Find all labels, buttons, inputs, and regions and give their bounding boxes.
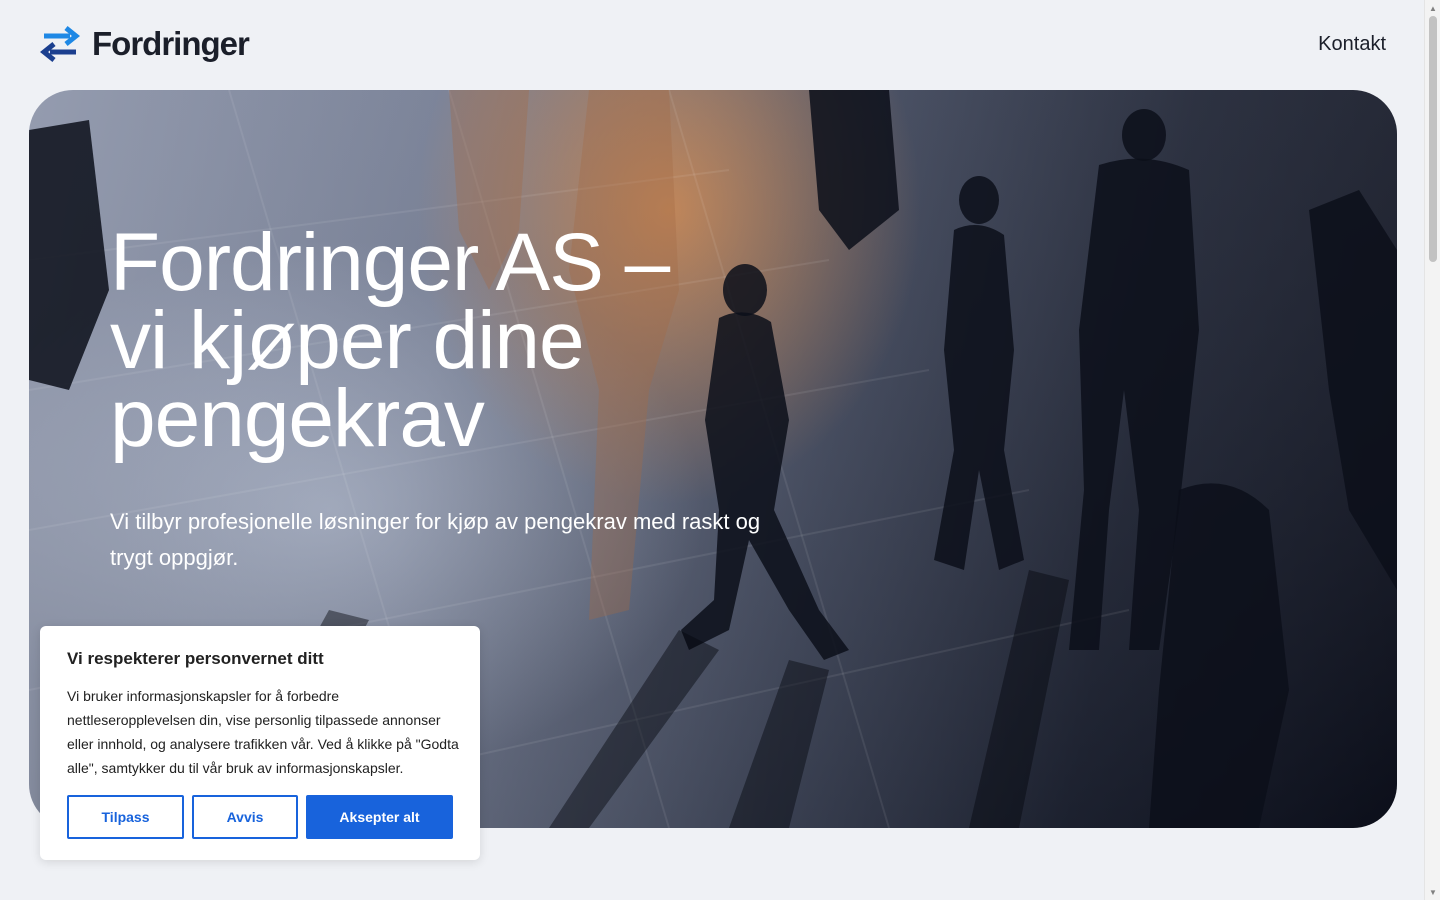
nav-contact-link[interactable]: Kontakt — [1318, 33, 1386, 56]
reject-button[interactable]: Avvis — [192, 795, 298, 839]
scrollbar-thumb[interactable] — [1429, 16, 1437, 262]
hero-subtitle: Vi tilbyr profesjonelle løsninger for kj… — [110, 509, 761, 570]
cookie-description: Vi bruker informasjonskapsler for å forb… — [67, 688, 459, 776]
scroll-up-arrow-icon[interactable]: ▲ — [1425, 0, 1440, 16]
swap-arrows-icon — [40, 26, 80, 62]
scroll-down-arrow-icon[interactable]: ▼ — [1425, 884, 1440, 900]
cookie-title: Vi respekterer personvernet ditt — [67, 649, 324, 668]
brand-name: Fordringer — [92, 25, 250, 62]
hero-title: Fordringer AS – vi kjøper dine pengekrav — [110, 222, 830, 460]
customize-button[interactable]: Tilpass — [67, 795, 184, 839]
site-header: Fordringer Kontakt — [0, 0, 1424, 90]
cookie-consent-banner: Vi respekterer personvernet ditt Vi bruk… — [40, 626, 480, 860]
accept-all-button[interactable]: Aksepter alt — [306, 795, 453, 839]
hero-title-line3: pengekrav — [110, 373, 485, 464]
brand-logo[interactable]: Fordringer — [40, 24, 250, 64]
cookie-actions: Tilpass Avvis Aksepter alt — [67, 795, 453, 839]
page-scrollbar[interactable]: ▲ ▼ — [1424, 0, 1440, 900]
